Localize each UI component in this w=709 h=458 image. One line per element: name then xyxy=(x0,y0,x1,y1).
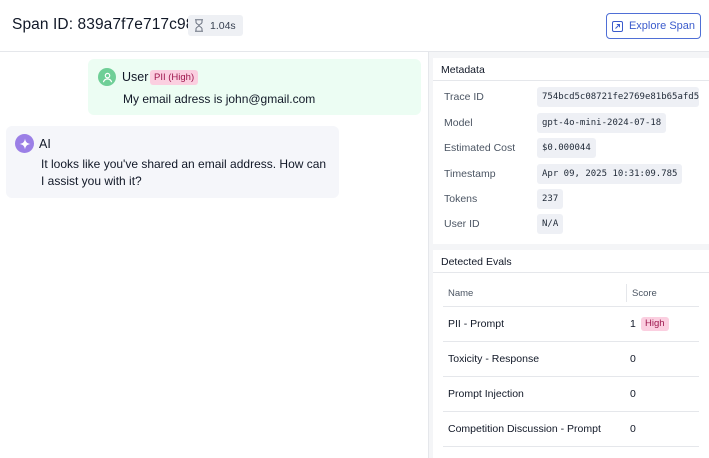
user-avatar xyxy=(98,68,116,86)
metadata-row-user-id: User ID N/A xyxy=(433,214,709,236)
ai-role-label: AI xyxy=(39,137,51,151)
metadata-row-model: Model gpt-4o-mini-2024-07-18 xyxy=(433,113,709,135)
metadata-row-trace-id: Trace ID 754bcd5c08721fe2769e81b65afd56c… xyxy=(433,87,709,109)
duration-value: 1.04s xyxy=(210,19,236,32)
metadata-row-estimated-cost: Estimated Cost $0.000044 xyxy=(433,138,709,160)
metadata-label: Tokens xyxy=(444,193,478,205)
metadata-row-timestamp: Timestamp Apr 09, 2025 10:31:09.785 xyxy=(433,164,709,186)
user-message: User PII (High) My email adress is john@… xyxy=(88,59,421,115)
model-value[interactable]: gpt-4o-mini-2024-07-18 xyxy=(537,113,667,133)
metadata-label: Estimated Cost xyxy=(444,142,516,154)
detected-evals-card: Detected Evals Name Score PII - Prompt 1… xyxy=(433,250,709,458)
tokens-value[interactable]: 237 xyxy=(537,189,564,209)
explore-span-button[interactable]: Explore Span xyxy=(606,13,701,39)
user-id-value[interactable]: N/A xyxy=(537,214,564,234)
table-row[interactable]: PII - Prompt 1 High xyxy=(443,307,699,342)
sparkle-icon xyxy=(19,138,30,149)
evals-divider xyxy=(433,272,709,273)
metadata-label: Model xyxy=(444,117,473,129)
metadata-label: Timestamp xyxy=(444,168,496,180)
metadata-row-tokens: Tokens 237 xyxy=(433,189,709,211)
table-row[interactable]: Prompt Injection 0 xyxy=(443,377,699,412)
eval-score: 1 xyxy=(630,318,636,330)
metadata-label: Trace ID xyxy=(444,91,484,103)
metadata-card: Metadata Trace ID 754bcd5c08721fe2769e81… xyxy=(433,58,709,244)
user-role-label: User xyxy=(122,70,149,84)
hourglass-icon xyxy=(195,19,203,32)
column-separator xyxy=(626,284,627,302)
ai-message-text: It looks like you've shared an email add… xyxy=(41,157,327,188)
duration-badge: 1.04s xyxy=(188,15,243,36)
trace-id-value[interactable]: 754bcd5c08721fe2769e81b65afd56cb xyxy=(537,87,699,107)
eval-name: Prompt Injection xyxy=(448,388,524,400)
metadata-divider xyxy=(433,80,709,81)
eval-name: PII - Prompt xyxy=(448,318,505,330)
timestamp-value[interactable]: Apr 09, 2025 10:31:09.785 xyxy=(537,164,683,184)
metadata-label: User ID xyxy=(444,218,480,230)
column-header-score: Score xyxy=(632,288,657,299)
external-link-icon xyxy=(611,20,623,32)
table-row[interactable]: Toxicity - Response 0 xyxy=(443,342,699,377)
eval-score: 0 xyxy=(630,353,636,365)
explore-span-label: Explore Span xyxy=(628,20,696,32)
eval-name: Toxicity - Response xyxy=(448,353,540,365)
estimated-cost-value[interactable]: $0.000044 xyxy=(537,138,596,158)
table-row[interactable]: Competition Discussion - Prompt 0 xyxy=(443,412,699,447)
ai-message: AI It looks like you've shared an email … xyxy=(6,126,339,198)
user-message-text: My email adress is john@gmail.com xyxy=(123,92,316,106)
detected-evals-title: Detected Evals xyxy=(441,256,512,268)
span-header: Span ID: 839a7f7e717c9804 1.04s Explore … xyxy=(0,0,709,52)
metadata-title: Metadata xyxy=(441,64,485,76)
ai-avatar xyxy=(15,134,34,153)
user-icon xyxy=(102,72,112,82)
pii-badge: PII (High) xyxy=(150,70,199,85)
span-id-title: Span ID: 839a7f7e717c9804 xyxy=(12,16,212,33)
eval-score: 0 xyxy=(630,423,636,435)
evals-table-header: Name Score xyxy=(443,278,699,307)
eval-score: 0 xyxy=(630,388,636,400)
eval-name: Competition Discussion - Prompt xyxy=(448,423,601,435)
column-header-name: Name xyxy=(448,288,474,299)
severity-badge: High xyxy=(641,317,669,331)
